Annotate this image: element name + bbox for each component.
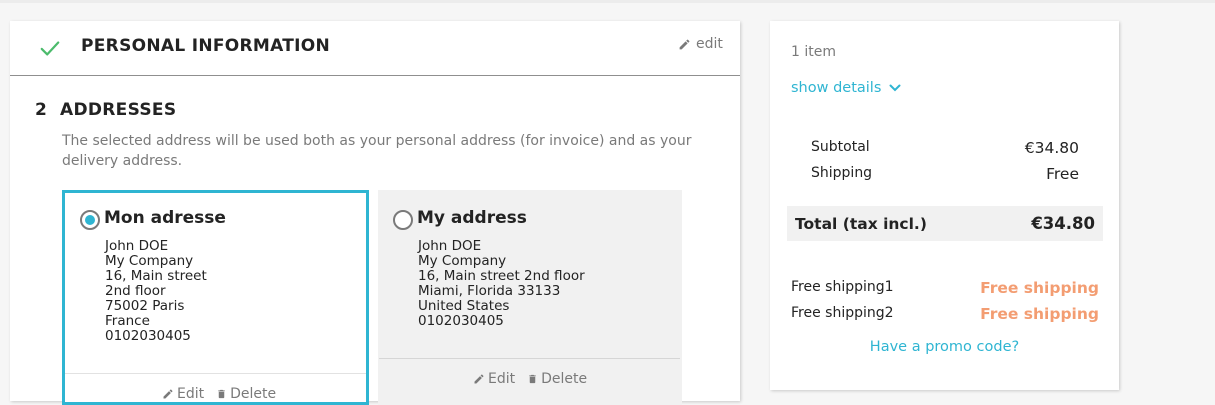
- total-row: Total (tax incl.) €34.80: [787, 206, 1103, 241]
- delete-address-button[interactable]: Delete: [527, 371, 587, 387]
- total-label: Total (tax incl.): [795, 214, 927, 233]
- card-divider: [379, 358, 680, 359]
- radio-dot: [85, 215, 95, 225]
- total-value: €34.80: [1031, 214, 1095, 233]
- card-divider: [65, 373, 366, 374]
- address-actions: Edit Delete: [162, 386, 288, 402]
- personal-information-title: Personal Information: [81, 36, 331, 56]
- address-lines: John DOE My Company 16, Main street 2nd …: [418, 239, 585, 329]
- address-line: Miami, Florida 33133: [418, 283, 561, 299]
- address-line: 16, Main street: [105, 268, 207, 284]
- discount-value: Free shipping: [980, 279, 1099, 297]
- edit-address-button[interactable]: Edit: [473, 371, 515, 387]
- trash-icon: [529, 374, 536, 384]
- checkout-steps-panel: Personal Information edit 2 Addresses Th…: [10, 21, 740, 405]
- address-lines: John DOE My Company 16, Main street 2nd …: [105, 239, 207, 344]
- discount-row: Free shipping2 Free shipping: [791, 305, 1099, 323]
- subtotal-row: Subtotal €34.80: [811, 139, 1079, 157]
- subtotal-value: €34.80: [1024, 139, 1079, 157]
- address-line: John DOE: [418, 238, 482, 254]
- address-line: 2nd floor: [105, 283, 166, 299]
- address-line: France: [105, 313, 150, 329]
- address-radio-unselected[interactable]: [393, 210, 413, 230]
- address-line: 0102030405: [418, 313, 504, 329]
- personal-information-step[interactable]: Personal Information edit: [10, 21, 740, 76]
- address-actions: Edit Delete: [473, 371, 599, 387]
- check-icon: [40, 41, 60, 56]
- shipping-value: Free: [1046, 165, 1079, 183]
- address-line: My Company: [418, 253, 507, 269]
- address-line: 16, Main street 2nd floor: [418, 268, 585, 284]
- cart-summary-panel: 1 item show details Subtotal €34.80 Ship…: [770, 21, 1119, 390]
- addresses-description: The selected address will be used both a…: [62, 133, 692, 169]
- addresses-step-number: 2: [35, 100, 47, 120]
- top-border: [0, 0, 1215, 3]
- chevron-down-icon: [889, 84, 901, 92]
- address-line: 75002 Paris: [105, 298, 185, 314]
- edit-address-label: Edit: [488, 371, 516, 387]
- delete-address-button[interactable]: Delete: [216, 386, 276, 402]
- trash-icon: [218, 389, 225, 399]
- show-details-link[interactable]: show details: [791, 80, 901, 96]
- address-card-unselected[interactable]: My address John DOE My Company 16, Main …: [378, 190, 682, 405]
- addresses-step-title: Addresses: [60, 100, 177, 120]
- delete-address-label: Delete: [230, 386, 277, 402]
- shipping-label: Shipping: [811, 165, 873, 181]
- subtotal-label: Subtotal: [811, 139, 870, 155]
- delete-address-label: Delete: [541, 371, 588, 387]
- address-radio-selected[interactable]: [80, 210, 100, 230]
- discount-row: Free shipping1 Free shipping: [791, 279, 1099, 297]
- discount-label: Free shipping1: [791, 279, 894, 295]
- promo-code-link[interactable]: Have a promo code?: [770, 339, 1119, 355]
- address-line: My Company: [105, 253, 194, 269]
- shipping-row: Shipping Free: [811, 165, 1079, 183]
- edit-address-button[interactable]: Edit: [162, 386, 204, 402]
- address-card-selected[interactable]: Mon adresse John DOE My Company 16, Main…: [62, 190, 369, 405]
- address-line: 0102030405: [105, 328, 191, 344]
- discount-value: Free shipping: [980, 305, 1099, 323]
- personal-information-edit-link[interactable]: edit: [678, 36, 723, 52]
- address-line: United States: [418, 298, 510, 314]
- edit-label: edit: [696, 36, 723, 52]
- address-alias: Mon adresse: [104, 208, 226, 228]
- pencil-icon: [163, 389, 173, 399]
- items-count: 1 item: [791, 44, 836, 60]
- pencil-icon: [679, 39, 690, 49]
- discount-label: Free shipping2: [791, 305, 894, 321]
- edit-address-label: Edit: [177, 386, 205, 402]
- address-line: John DOE: [105, 238, 169, 254]
- address-alias: My address: [417, 208, 527, 228]
- pencil-icon: [474, 374, 484, 384]
- show-details-label: show details: [791, 80, 882, 96]
